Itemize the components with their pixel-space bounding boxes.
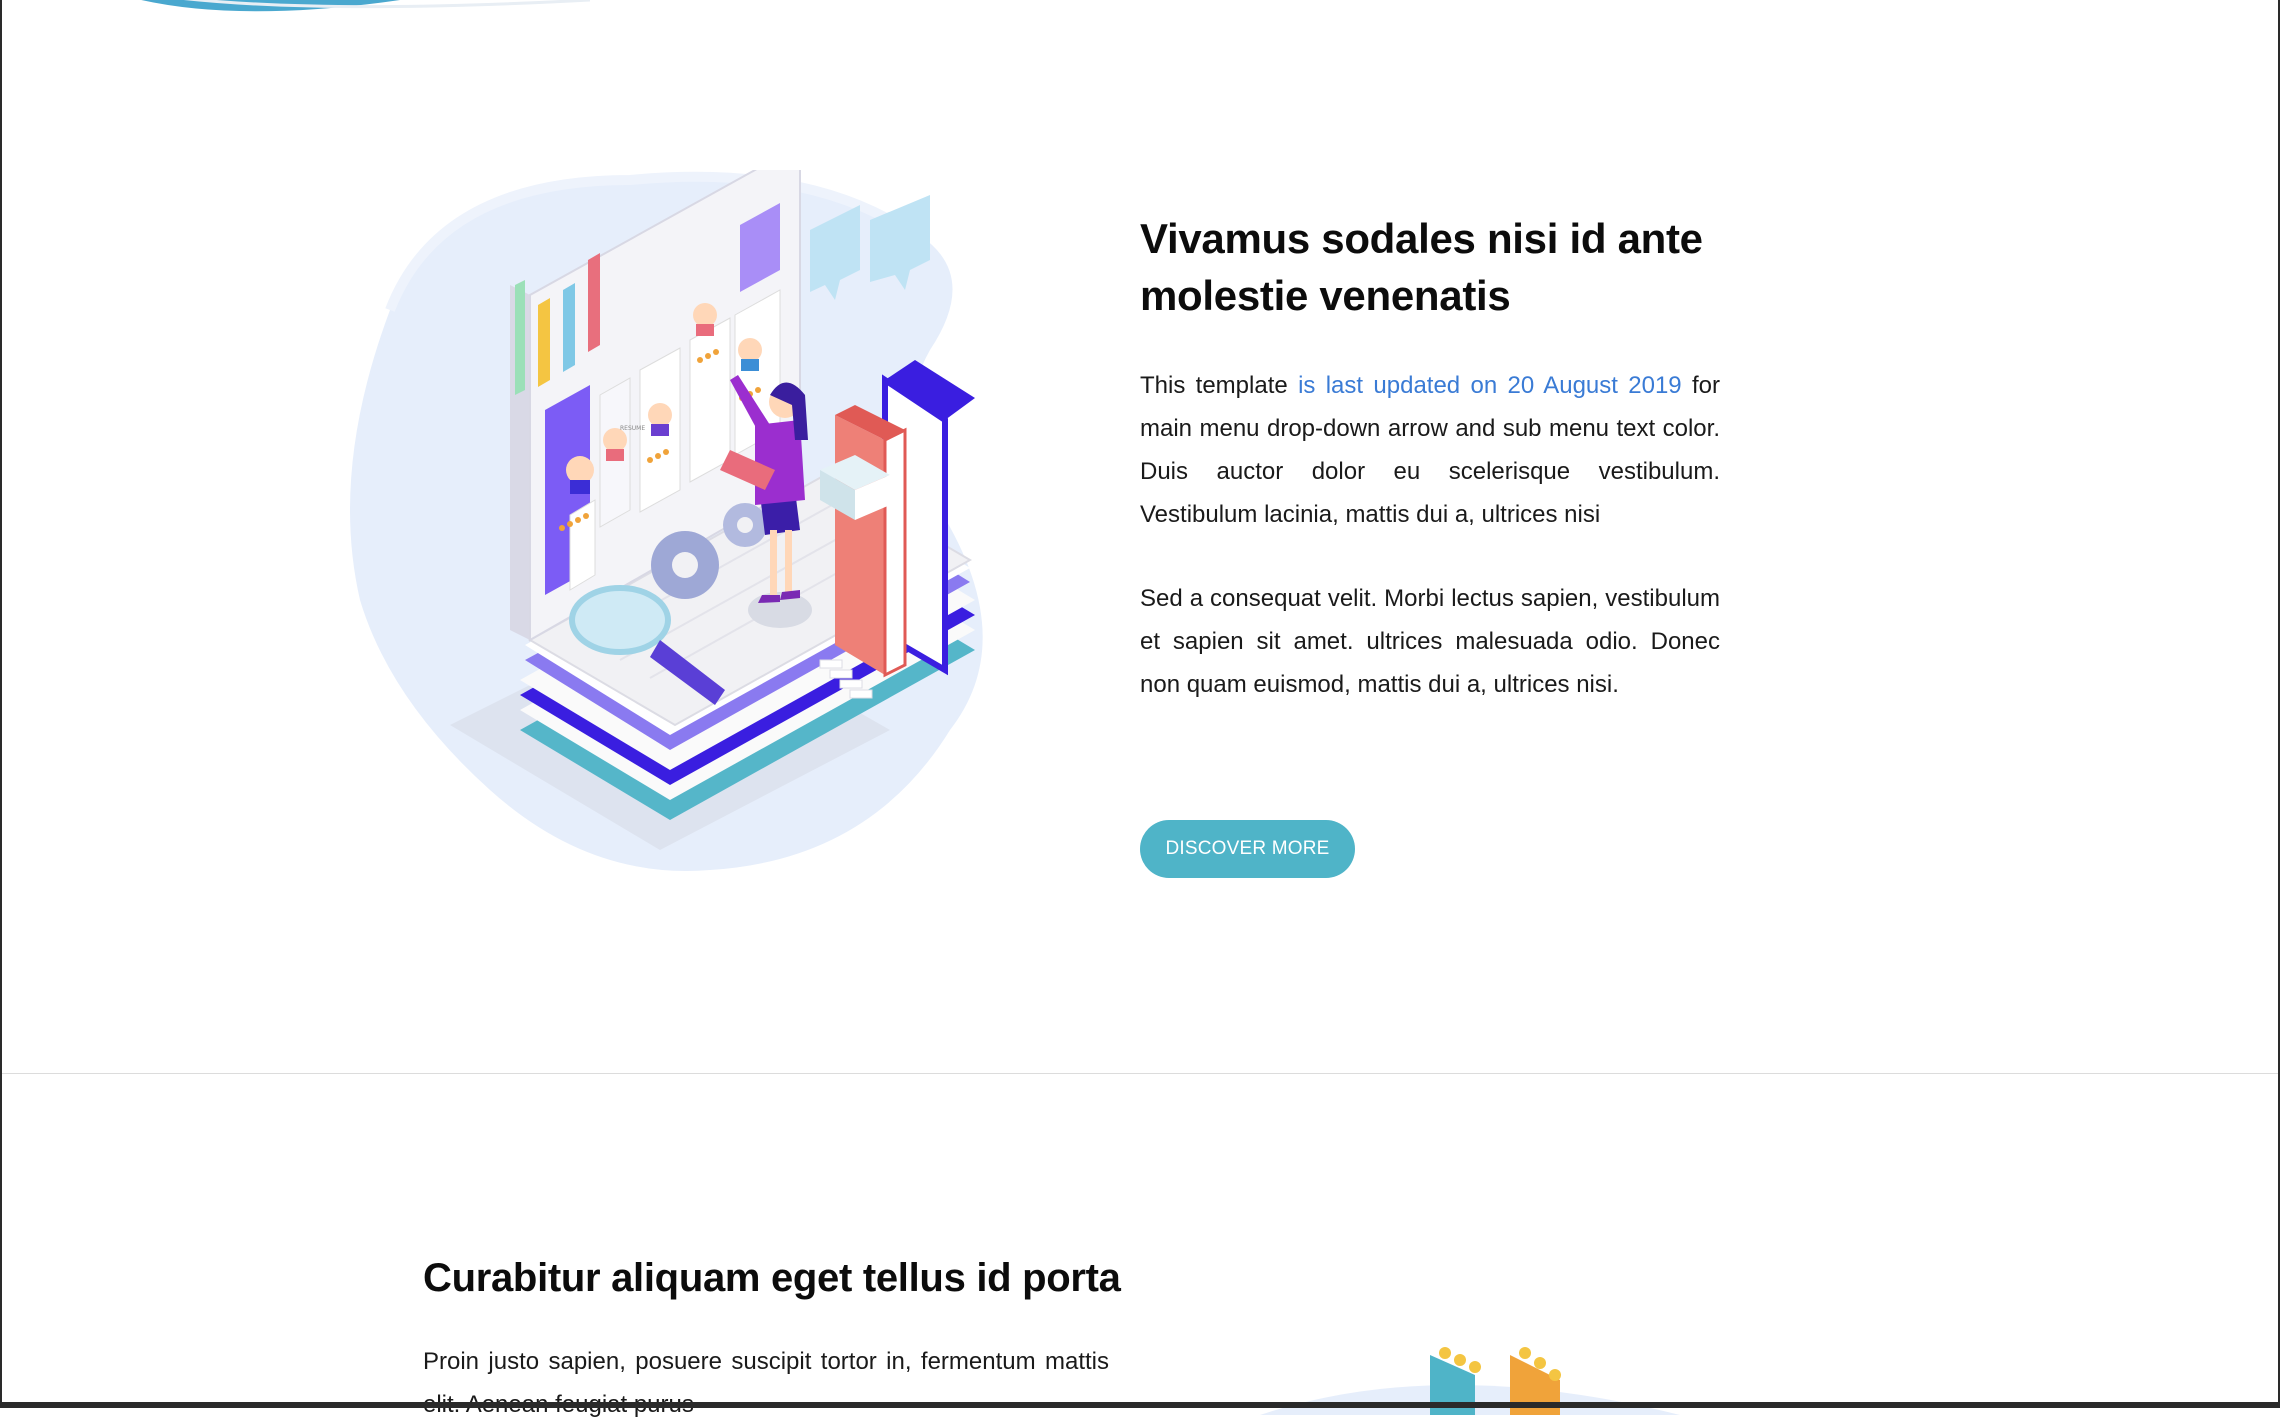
- header-swoosh-decoration: [141, 0, 590, 12]
- feature-2-title: Curabitur aliquam eget tellus id porta: [423, 1256, 1121, 1300]
- feature-text-block: Vivamus sodales nisi id ante molestie ve…: [1140, 210, 1720, 706]
- last-updated-highlight: is last updated on 20 August 2019: [1298, 372, 1682, 399]
- feature-2-paragraph: Proin justo sapien, posuere suscipit tor…: [423, 1348, 1109, 1418]
- window-frame-left: [0, 0, 2, 1408]
- window-frame-bottom: [0, 1402, 2280, 1408]
- feature-title: Vivamus sodales nisi id ante molestie ve…: [1140, 215, 1703, 319]
- discover-more-button[interactable]: DISCOVER MORE: [1140, 820, 1355, 878]
- feature-paragraph-2: Sed a consequat velit. Morbi lectus sapi…: [1140, 585, 1720, 698]
- paragraph-text-before-link: This template: [1140, 372, 1299, 399]
- feature-paragraph-1: This template is last updated on 20 Augu…: [1140, 364, 1720, 536]
- recruitment-isometric-illustration: RESUME: [350, 170, 983, 872]
- resume-card-label: RESUME: [620, 425, 645, 432]
- section-divider: [2, 1073, 2278, 1074]
